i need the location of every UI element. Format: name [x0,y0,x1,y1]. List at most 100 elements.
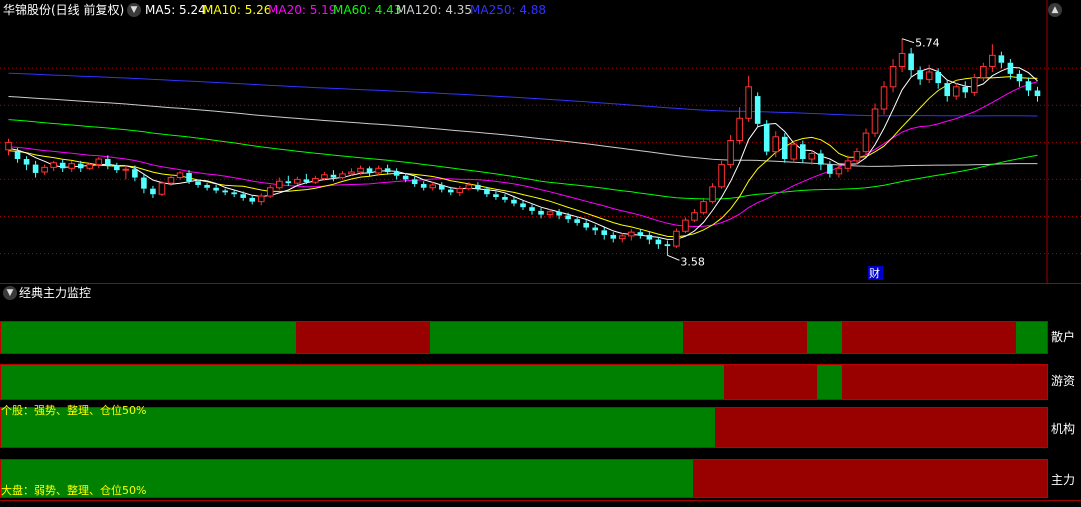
candle-body [853,151,861,162]
high-price-label: 5.74 [915,37,940,50]
market-status-note: 大盘：弱势、整理、仓位50% [1,484,147,497]
candle-body [646,234,653,240]
candle-body [330,174,337,178]
candle-body [980,65,987,79]
down-candle [655,236,662,249]
down-candle [601,227,608,240]
candle-body [628,231,635,237]
up-candle [844,155,852,172]
candle-body [546,211,554,216]
down-candle [393,168,400,180]
candle-body [348,171,355,175]
candle-body [186,172,192,182]
candle-body [944,83,951,97]
down-candle [818,149,824,171]
candle-body [393,172,400,176]
down-candle [438,182,445,193]
candle-body [303,179,310,183]
up-candle [772,131,780,158]
up-candle [339,171,346,180]
up-candle [618,233,626,243]
up-candle [880,81,888,115]
down-candle [32,160,39,178]
up-candle [718,160,725,189]
indicator-title: 经典主力监控 [19,286,92,300]
candle-body [925,71,933,80]
candle-body [727,140,734,166]
down-candle [962,81,969,98]
candle-body [718,164,725,188]
candle-body [556,211,562,216]
down-candle [944,79,951,102]
up-candle [745,75,752,122]
candle-body [745,86,752,119]
candle-body [800,144,806,160]
candle-body [456,188,464,193]
down-candle [637,229,644,239]
candle-body [583,222,589,228]
candle-body [682,219,689,232]
hot-money-label: 游资 [1051,374,1076,388]
panel-dropdown-icon[interactable]: ▼ [3,286,17,300]
candle-body [790,143,798,160]
candle-body [420,184,427,188]
up-candle [682,217,689,234]
down-candle [23,156,30,171]
down-candle [781,133,788,163]
candle-body [240,194,246,198]
down-candle [917,66,923,85]
up-candle [790,140,798,163]
candle-body [122,168,130,171]
candle-body [257,195,265,203]
down-candle [1016,70,1023,87]
up-candle [122,165,130,180]
candle-body [962,86,969,93]
candle-body [150,188,156,195]
candle-body [158,182,166,195]
candle-body [871,108,879,134]
down-candle [908,47,914,78]
down-candle [1034,86,1041,102]
candle-body [493,194,499,197]
down-candle [330,170,337,182]
retail-label: 散户 [1051,330,1076,344]
bull-segment [1,365,724,399]
bear-segment [841,365,1047,399]
ma10-readout: MA10: 5.26 [203,3,272,17]
chart-header: 华锦股份(日线 前复权) ▼ MA5: 5.24 MA10: 5.26 MA20… [0,0,1081,20]
up-candle [980,62,987,82]
candle-body [32,164,39,173]
candle-body [989,54,996,67]
collapse-panel-icon[interactable]: ▲ [1048,3,1062,17]
candle-body [484,188,490,195]
up-candle [971,73,978,97]
candle-body [321,174,328,179]
dropdown-icon[interactable]: ▼ [127,3,141,17]
candle-body [889,65,897,88]
down-candle [213,184,219,194]
candle-body [998,55,1005,63]
down-candle [664,240,671,256]
down-candle [800,140,806,163]
down-candle [529,204,535,215]
up-candle [312,175,319,185]
candle-body [402,175,409,180]
candle-body [50,162,57,168]
up-candle [925,64,933,84]
up-candle [889,59,897,93]
candle-body [618,235,626,240]
candle-body [664,244,671,247]
candle-body [275,180,283,189]
candle-body [935,72,941,84]
down-candle [59,159,66,172]
bull-segment [1,322,296,353]
down-candle [141,173,147,194]
candle-body [86,164,94,169]
down-candle [222,188,228,196]
candle-body [167,177,175,184]
candle-body [375,167,382,174]
candle-body [772,136,780,153]
down-candle [511,197,517,207]
down-candle [754,92,761,128]
bull-segment [429,322,683,353]
